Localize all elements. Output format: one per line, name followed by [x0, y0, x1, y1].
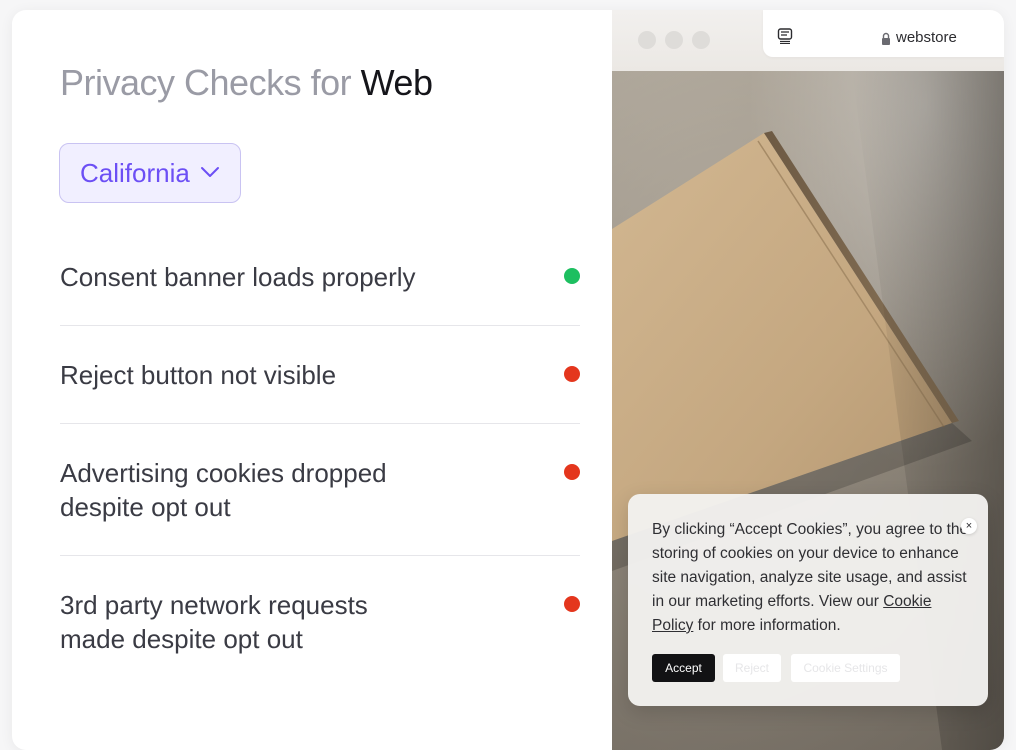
cookie-consent-banner: By clicking “Accept Cookies”, you agree …: [628, 494, 988, 706]
cookie-consent-text: By clicking “Accept Cookies”, you agree …: [652, 521, 969, 634]
title-prefix: Privacy Checks for: [60, 62, 352, 103]
status-dot-pass: [564, 268, 580, 284]
browser-preview: webstore By clicking “Accept Cookies”, y…: [612, 10, 1004, 750]
privacy-checks-card: Privacy Checks for Web California Consen…: [12, 10, 1004, 750]
window-close-dot[interactable]: [638, 31, 656, 49]
lock-icon: [882, 32, 890, 45]
check-item-third-party-requests: 3rd party network requests made despite …: [60, 556, 580, 688]
url-text: webstore: [896, 29, 957, 46]
address-bar[interactable]: webstore: [763, 10, 1004, 57]
status-dot-fail: [564, 366, 580, 382]
check-label: Advertising cookies dropped despite opt …: [60, 458, 387, 522]
check-label: Reject button not visible: [60, 360, 337, 390]
check-item-reject-button: Reject button not visible: [60, 326, 580, 424]
reject-cookies-button[interactable]: Reject: [723, 654, 781, 682]
region-dropdown-value: California: [80, 157, 190, 188]
page-title: Privacy Checks for Web: [60, 62, 433, 104]
check-item-consent-banner: Consent banner loads properly: [60, 245, 580, 326]
check-list: Consent banner loads properly Reject but…: [60, 245, 580, 688]
check-label: Consent banner loads properly: [60, 262, 416, 292]
sidebar-icon[interactable]: [777, 28, 793, 44]
chevron-down-icon: [201, 167, 219, 177]
window-maximize-dot[interactable]: [692, 31, 710, 49]
close-icon[interactable]: ×: [961, 518, 977, 534]
window-minimize-dot[interactable]: [665, 31, 683, 49]
browser-toolbar: webstore: [612, 10, 1004, 71]
region-dropdown[interactable]: California: [59, 143, 241, 203]
status-dot-fail: [564, 596, 580, 612]
check-label: 3rd party network requests made despite …: [60, 590, 368, 654]
cookie-settings-button[interactable]: Cookie Settings: [791, 654, 900, 682]
status-dot-fail: [564, 464, 580, 480]
check-item-advertising-cookies: Advertising cookies dropped despite opt …: [60, 424, 580, 556]
title-accent: Web: [360, 62, 433, 103]
accept-cookies-button[interactable]: Accept: [652, 654, 715, 682]
